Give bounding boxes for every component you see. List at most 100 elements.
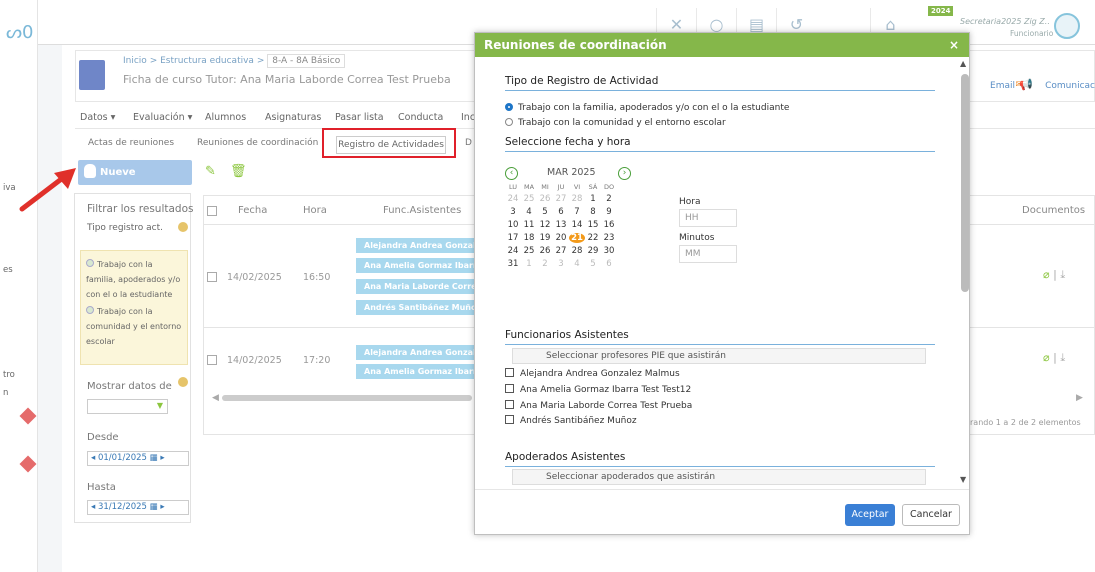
radio-familia[interactable]: Trabajo con la familia, apoderados y/o c… [505, 103, 789, 113]
nav-pasar-lista[interactable]: Pasar lista [335, 112, 384, 123]
calendar-day[interactable]: 8 [585, 207, 601, 217]
calendar-day[interactable]: 13 [553, 220, 569, 230]
calendar-day[interactable]: 29 [585, 246, 601, 256]
calendar-day[interactable]: 17 [505, 233, 521, 243]
calendar-day[interactable]: 6 [601, 259, 617, 269]
calendar-day[interactable]: 15 [585, 220, 601, 230]
calendar-day[interactable]: 5 [537, 207, 553, 217]
calendar-day[interactable]: 21 [569, 233, 585, 243]
megaphone-icon[interactable]: 📢 [1019, 78, 1033, 91]
nav-alumnos[interactable]: Alumnos [205, 112, 246, 123]
funcionario-checkbox[interactable]: Ana Maria Laborde Correa Test Prueba [505, 400, 692, 411]
calendar-day[interactable]: 22 [585, 233, 601, 243]
tab-d[interactable]: D [465, 138, 472, 148]
calendar-day[interactable]: 25 [521, 246, 537, 256]
attach-icon[interactable]: ⌀ | ⤓ [1043, 351, 1065, 365]
col-documentos[interactable]: Documentos [1022, 205, 1085, 216]
scroll-down-icon[interactable]: ▼ [960, 475, 966, 484]
prev-month-icon[interactable]: ‹ [505, 167, 518, 180]
modal-scrollbar[interactable]: ▲ ▼ [960, 59, 970, 499]
avatar[interactable] [1054, 13, 1080, 39]
close-icon[interactable]: × [949, 33, 959, 57]
funcionario-checkbox[interactable]: Ana Amelia Gormaz Ibarra Test Test12 [505, 384, 691, 395]
calendar-day[interactable]: 2 [537, 259, 553, 269]
calendar-day[interactable]: 3 [505, 207, 521, 217]
next-month-icon[interactable]: › [618, 167, 631, 180]
calendar-day[interactable]: 26 [537, 194, 553, 204]
calendar-day[interactable]: 1 [585, 194, 601, 204]
minutos-input[interactable]: MM [679, 245, 737, 263]
calendar-day[interactable]: 30 [601, 246, 617, 256]
breadcrumb-course-select[interactable]: 8-A - 8A Básico [267, 54, 346, 68]
calendar-day[interactable]: 12 [537, 220, 553, 230]
cancelar-button[interactable]: Cancelar [902, 504, 960, 526]
calendar-day[interactable]: 7 [569, 207, 585, 217]
col-hora[interactable]: Hora [303, 205, 327, 216]
funcionario-checkbox[interactable]: Andrés Santibáñez Muñoz [505, 415, 637, 426]
calendar-day[interactable]: 24 [505, 194, 521, 204]
scroll-left-icon[interactable]: ◀ [212, 393, 219, 403]
tab-actas[interactable]: Actas de reuniones [88, 138, 174, 148]
horizontal-scrollbar[interactable] [222, 395, 472, 401]
breadcrumb-home[interactable]: Inicio [123, 56, 147, 66]
hasta-date-input[interactable]: ◂ 31/12/2025 ▦ ▸ [87, 500, 189, 515]
calendar-day[interactable]: 27 [553, 246, 569, 256]
calendar-day[interactable]: 10 [505, 220, 521, 230]
radio-comunidad[interactable]: Trabajo con la comunidad y el entorno es… [505, 118, 726, 128]
calendar-day[interactable]: 28 [569, 246, 585, 256]
comunicaciones-link[interactable]: Comunicac [1045, 81, 1095, 91]
calendar-day[interactable]: 27 [553, 194, 569, 204]
tab-reuniones-coordinacion[interactable]: Reuniones de coordinación [197, 138, 318, 148]
attach-icon[interactable]: ⌀ | ⤓ [1043, 268, 1065, 282]
scroll-up-icon[interactable]: ▲ [960, 59, 966, 68]
calendar-day[interactable]: 3 [553, 259, 569, 269]
profesores-select[interactable]: Seleccionar profesores PIE que asistirán [512, 348, 926, 364]
calendar-day[interactable]: 2 [601, 194, 617, 204]
calendar-day[interactable]: 4 [569, 259, 585, 269]
hora-input[interactable]: HH [679, 209, 737, 227]
calendar-day[interactable]: 19 [537, 233, 553, 243]
nav-asignaturas[interactable]: Asignaturas [265, 112, 321, 123]
calendar-day[interactable]: 6 [553, 207, 569, 217]
nav-inc[interactable]: Inc [461, 112, 475, 123]
scroll-right-icon[interactable]: ▶ [1076, 393, 1083, 403]
edit-icon[interactable]: ✎ [205, 164, 216, 179]
tab-registro-actividades[interactable]: Registro de Actividades [336, 136, 446, 154]
nav-conducta[interactable]: Conducta [398, 112, 443, 123]
trash-icon[interactable]: 🗑 [230, 164, 247, 179]
calendar-day[interactable]: 18 [521, 233, 537, 243]
row-checkbox[interactable] [207, 272, 217, 282]
calendar-day[interactable]: 28 [569, 194, 585, 204]
col-fecha[interactable]: Fecha [238, 205, 267, 216]
calendar-day[interactable]: 25 [521, 194, 537, 204]
radio-selected-icon [505, 103, 513, 111]
calendar-day[interactable]: 26 [537, 246, 553, 256]
calendar-day[interactable]: 4 [521, 207, 537, 217]
calendar-day[interactable]: 11 [521, 220, 537, 230]
email-link[interactable]: Email [990, 81, 1015, 91]
filter-option-familia[interactable]: Trabajo con la familia, apoderados y/o c… [86, 257, 182, 302]
calendar-day[interactable]: 1 [521, 259, 537, 269]
mostrar-select[interactable]: ▼ [87, 399, 168, 414]
col-func-asistentes[interactable]: Func.Asistentes [383, 205, 461, 216]
filter-option-comunidad[interactable]: Trabajo con la comunidad y el entorno es… [86, 304, 182, 349]
calendar-day[interactable]: 9 [601, 207, 617, 217]
breadcrumb-section[interactable]: Estructura educativa [160, 56, 254, 66]
calendar-day[interactable]: 14 [569, 220, 585, 230]
row-checkbox[interactable] [207, 355, 217, 365]
calendar-day[interactable]: 23 [601, 233, 617, 243]
nav-datos[interactable]: Datos ▾ [80, 112, 115, 123]
calendar-day[interactable]: 24 [505, 246, 521, 256]
calendar-day[interactable]: 31 [505, 259, 521, 269]
desde-date-input[interactable]: ◂ 01/01/2025 ▦ ▸ [87, 451, 189, 466]
nav-evaluacion[interactable]: Evaluación ▾ [133, 112, 192, 123]
calendar-day[interactable]: 16 [601, 220, 617, 230]
aceptar-button[interactable]: Aceptar [845, 504, 895, 526]
scroll-thumb[interactable] [961, 74, 969, 292]
select-all-checkbox[interactable] [207, 206, 217, 216]
funcionario-checkbox[interactable]: Alejandra Andrea Gonzalez Malmus [505, 368, 680, 379]
calendar-day[interactable]: 5 [585, 259, 601, 269]
apoderados-select[interactable]: Seleccionar apoderados que asistirán [512, 469, 926, 485]
filter-tipo-label: Tipo registro act. [87, 223, 163, 233]
calendar-day[interactable]: 20 [553, 233, 569, 243]
